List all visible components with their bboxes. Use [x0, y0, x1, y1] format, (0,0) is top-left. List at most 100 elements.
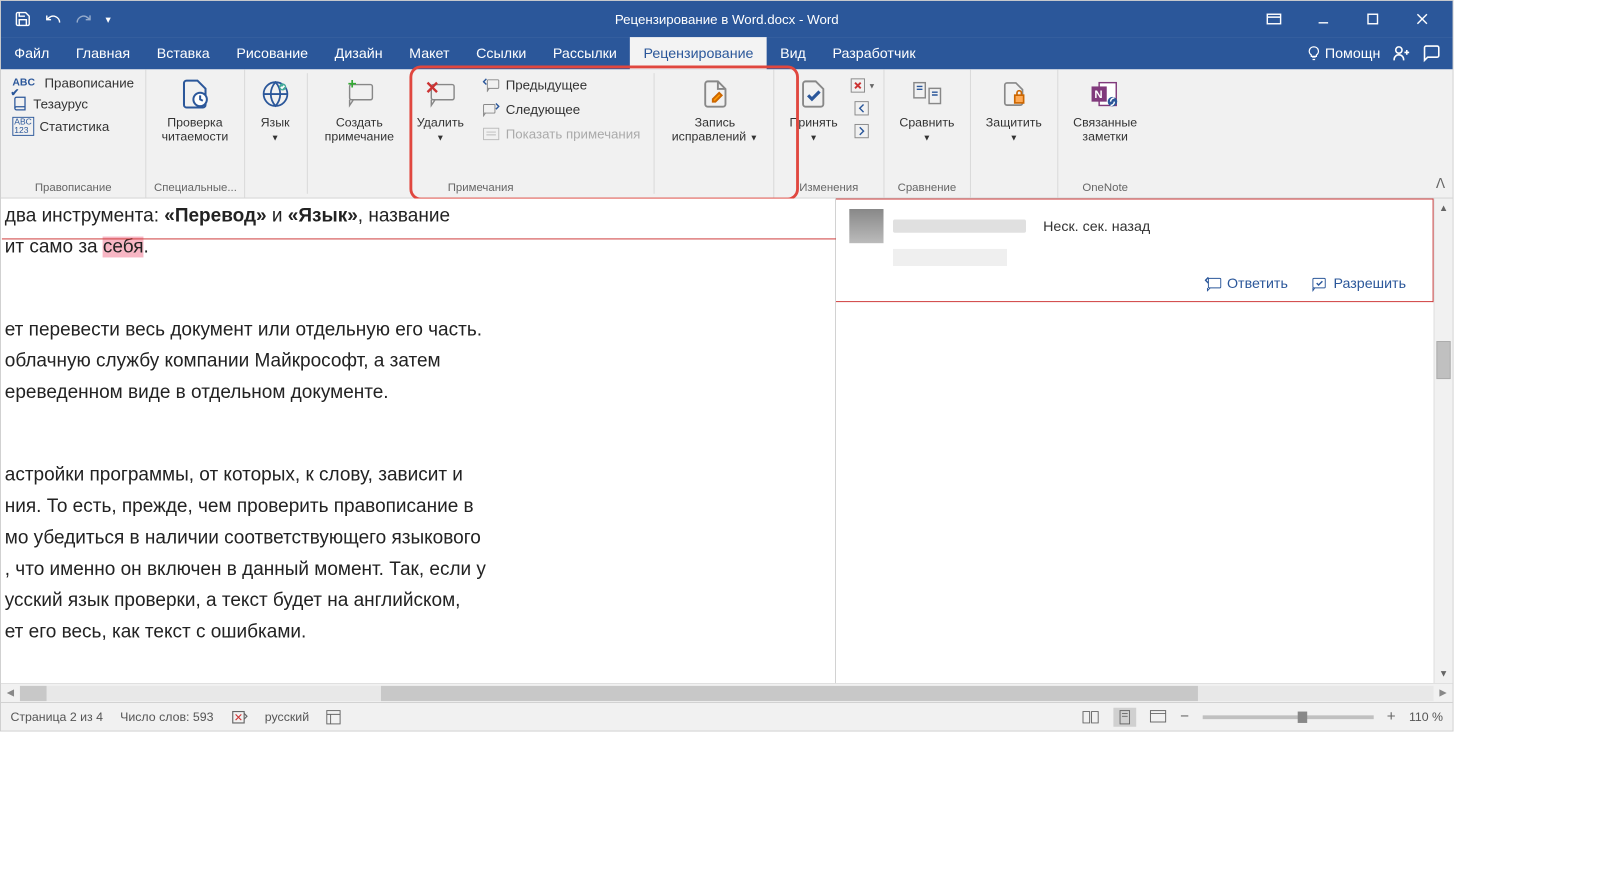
- accept-icon: [798, 77, 828, 111]
- zoom-out-icon[interactable]: −: [1180, 708, 1189, 725]
- status-right: − + 110 %: [1081, 707, 1443, 726]
- h-track[interactable]: [20, 685, 381, 700]
- vertical-scrollbar[interactable]: ▲ ▼: [1434, 199, 1453, 684]
- language-button[interactable]: Язык▼: [253, 73, 297, 147]
- resolve-icon: [1311, 276, 1328, 291]
- scroll-up-icon[interactable]: ▲: [1435, 199, 1453, 218]
- avatar: [849, 209, 883, 243]
- doc-line: два инструмента: «Перевод» и «Язык», наз…: [5, 202, 835, 230]
- read-mode-icon[interactable]: [1081, 709, 1100, 724]
- group-proofing: ABC✔ Правописание Тезаурус ABC123 Статис…: [1, 69, 146, 197]
- doc-line: астройки программы, от которых, к слову,…: [5, 462, 835, 490]
- collapse-ribbon-icon[interactable]: ᐱ: [1436, 176, 1445, 192]
- undo-icon[interactable]: [41, 7, 66, 32]
- thesaurus-button[interactable]: Тезаурус: [9, 94, 138, 113]
- proofing-status-icon[interactable]: [231, 709, 248, 724]
- resolve-label: Разрешить: [1333, 276, 1406, 292]
- delete-comment-button[interactable]: Удалить▼: [409, 73, 471, 147]
- comment-card[interactable]: Неск. сек. назад Ответить Разрешить: [836, 199, 1434, 303]
- group-compare: Сравнить▼ Сравнение: [884, 69, 970, 197]
- redo-icon[interactable]: [71, 7, 96, 32]
- comments-toggle-icon[interactable]: [1422, 44, 1441, 63]
- tab-developer[interactable]: Разработчик: [819, 37, 929, 69]
- close-icon[interactable]: [1403, 5, 1441, 34]
- tab-references[interactable]: Ссылки: [463, 37, 540, 69]
- comment-actions: Ответить Разрешить: [849, 266, 1419, 292]
- scroll-thumb[interactable]: [1436, 341, 1450, 379]
- group-protect: Защитить▼: [971, 69, 1058, 197]
- comment-timestamp: Неск. сек. назад: [1043, 218, 1150, 234]
- web-layout-icon[interactable]: [1150, 709, 1167, 724]
- statistics-button[interactable]: ABC123 Статистика: [9, 115, 138, 138]
- minimize-icon[interactable]: [1304, 5, 1342, 34]
- spelling-label: Правописание: [45, 75, 135, 90]
- delete-comment-label: Удалить▼: [417, 115, 464, 144]
- statistics-icon: ABC123: [12, 117, 33, 136]
- track-changes-button[interactable]: Запись исправлений ▼: [664, 73, 766, 147]
- language-status[interactable]: русский: [265, 710, 309, 724]
- maximize-icon[interactable]: [1354, 5, 1392, 34]
- zoom-thumb[interactable]: [1297, 711, 1307, 722]
- group-accessibility-label: Специальные...: [154, 179, 237, 196]
- page-status[interactable]: Страница 2 из 4: [10, 710, 103, 724]
- onenote-label: Связанные заметки: [1073, 115, 1137, 144]
- doc-line: ереведенном виде в отдельном документе.: [5, 379, 835, 407]
- word-count-status[interactable]: Число слов: 593: [120, 710, 213, 724]
- show-comments-label: Показать примечания: [506, 126, 641, 141]
- statistics-label: Статистика: [39, 119, 109, 134]
- tab-draw[interactable]: Рисование: [223, 37, 321, 69]
- reject-icon[interactable]: ▼: [849, 77, 876, 94]
- h-track-2[interactable]: [381, 685, 1434, 700]
- tab-home[interactable]: Главная: [63, 37, 144, 69]
- highlighted-word: себя: [103, 237, 144, 258]
- previous-change-icon[interactable]: [849, 100, 876, 117]
- tab-design[interactable]: Дизайн: [321, 37, 396, 69]
- separator: [654, 73, 655, 194]
- zoom-in-icon[interactable]: +: [1387, 708, 1396, 725]
- share-icon[interactable]: [1392, 44, 1411, 63]
- h-thumb[interactable]: [20, 685, 47, 700]
- previous-comment-button[interactable]: Предыдущее: [479, 75, 644, 94]
- zoom-level[interactable]: 110 %: [1409, 710, 1443, 724]
- tab-insert[interactable]: Вставка: [143, 37, 223, 69]
- print-layout-icon[interactable]: [1114, 707, 1137, 726]
- tell-me-button[interactable]: Помощн: [1306, 45, 1380, 61]
- scroll-right-icon[interactable]: ▶: [1434, 684, 1453, 703]
- group-onenote: N Связанные заметки OneNote: [1058, 69, 1152, 197]
- track-changes-icon: [700, 77, 730, 111]
- tab-file[interactable]: Файл: [1, 37, 63, 69]
- protect-label: Защитить▼: [986, 115, 1042, 144]
- protect-icon: [1000, 77, 1027, 111]
- customize-qa-icon[interactable]: ▾: [102, 9, 115, 29]
- horizontal-scrollbar[interactable]: ◀ ▶: [1, 683, 1453, 702]
- show-comments-button[interactable]: Показать примечания: [479, 124, 644, 143]
- save-icon[interactable]: [10, 7, 35, 32]
- resolve-button[interactable]: Разрешить: [1311, 276, 1406, 292]
- next-change-icon[interactable]: [849, 123, 876, 140]
- protect-button[interactable]: Защитить▼: [978, 73, 1049, 147]
- titlebar: ▾ Рецензирование в Word.docx - Word: [1, 1, 1453, 37]
- window-title: Рецензирование в Word.docx - Word: [615, 11, 839, 26]
- ribbon-display-icon[interactable]: [1255, 5, 1293, 34]
- new-comment-icon: +: [342, 77, 376, 111]
- onenote-button[interactable]: N Связанные заметки: [1066, 73, 1145, 147]
- accept-button[interactable]: Принять▼: [782, 73, 845, 147]
- scroll-down-icon[interactable]: ▼: [1435, 664, 1453, 683]
- new-comment-button[interactable]: + Создать примечание: [317, 73, 402, 147]
- tab-mailings[interactable]: Рассылки: [540, 37, 631, 69]
- tab-layout[interactable]: Макет: [396, 37, 463, 69]
- group-language: Язык▼: [245, 69, 304, 197]
- zoom-slider[interactable]: [1202, 715, 1373, 719]
- spelling-button[interactable]: ABC✔ Правописание: [9, 73, 138, 92]
- compare-button[interactable]: Сравнить▼: [892, 73, 962, 147]
- next-comment-icon: [483, 102, 500, 117]
- next-comment-button[interactable]: Следующее: [479, 100, 644, 119]
- scroll-left-icon[interactable]: ◀: [1, 684, 20, 703]
- tab-review[interactable]: Рецензирование: [630, 37, 767, 69]
- readability-button[interactable]: Проверка читаемости: [154, 73, 236, 147]
- tab-view[interactable]: Вид: [767, 37, 819, 69]
- h-thumb-2[interactable]: [381, 685, 1198, 700]
- document-area[interactable]: два инструмента: «Перевод» и «Язык», наз…: [1, 199, 835, 684]
- reply-button[interactable]: Ответить: [1204, 276, 1288, 292]
- macro-status-icon[interactable]: [326, 709, 341, 724]
